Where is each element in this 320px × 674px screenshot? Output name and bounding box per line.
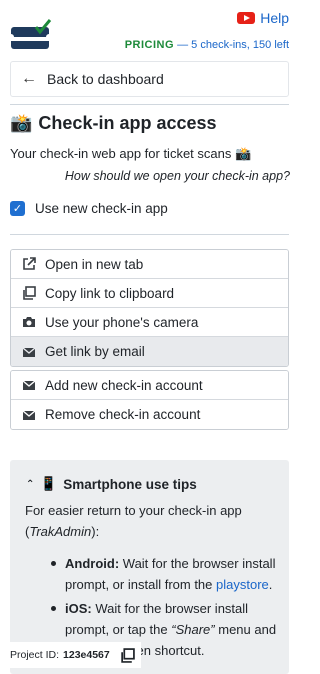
playstore-link[interactable]: playstore (216, 577, 269, 592)
pricing-label: PRICING (124, 39, 175, 51)
back-to-dashboard-button[interactable]: ← Back to dashboard (10, 61, 289, 97)
question-text: How should we open your check-in app? (64, 169, 290, 183)
use-new-app-checkbox-row[interactable]: ✓ Use new check-in app (10, 201, 168, 216)
back-label: Back to dashboard (47, 71, 164, 87)
pricing-info: — 5 check-ins, 150 left (177, 39, 289, 51)
help-label: Help (260, 10, 289, 26)
tip-ios-share: “Share” (171, 622, 215, 637)
tips-intro-app: TrakAdmin (29, 524, 92, 539)
page-subtitle-text: Your check-in web app for ticket scans (10, 146, 232, 161)
youtube-icon (237, 12, 256, 24)
project-id-bar: Project ID: 123e4567 (0, 642, 141, 668)
tip-ios-label: iOS: (65, 601, 92, 616)
camera-flash-icon: 📸 (10, 113, 33, 133)
button-label: Get link by email (45, 344, 145, 359)
mobile-phone-icon: 📱 (40, 476, 58, 491)
envelope-icon (21, 378, 36, 393)
phone-camera-button[interactable]: Use your phone's camera (11, 308, 288, 337)
open-actions-group: Open in new tab Copy link to clipboard U… (10, 249, 289, 367)
tips-intro-suffix: ): (91, 524, 100, 539)
project-id-label: Project ID: (10, 649, 60, 661)
button-label: Copy link to clipboard (45, 285, 175, 301)
envelope-icon (21, 344, 36, 359)
arrow-left-icon: ← (21, 70, 37, 87)
button-label: Remove check-in account (45, 407, 201, 422)
tips-toggle[interactable]: ⌃ 📱 Smartphone use tips (26, 476, 197, 492)
envelope-icon (21, 407, 36, 422)
button-label: Use your phone's camera (45, 314, 199, 330)
tip-android-label: Android: (65, 556, 120, 571)
tips-title: Smartphone use tips (63, 476, 197, 492)
remove-account-button[interactable]: Remove check-in account (11, 400, 288, 429)
project-id-value: 123e4567 (63, 649, 110, 661)
chevron-up-icon: ⌃ (26, 478, 35, 490)
header: Help PRICING — 5 check-ins, 150 left (0, 0, 299, 58)
tips-intro: For easier return to your check-in app (… (25, 500, 275, 542)
button-label: Open in new tab (45, 256, 144, 272)
open-new-tab-button[interactable]: Open in new tab (11, 250, 288, 279)
pricing-line[interactable]: PRICING — 5 check-ins, 150 left (125, 39, 289, 51)
copy-icon[interactable] (120, 647, 135, 663)
divider (10, 234, 289, 235)
copy-icon (21, 286, 36, 301)
copy-link-button[interactable]: Copy link to clipboard (11, 279, 288, 308)
account-actions-group: Add new check-in account Remove check-in… (10, 370, 289, 430)
page-title-text: Check-in app access (38, 113, 217, 133)
add-account-button[interactable]: Add new check-in account (11, 371, 288, 400)
external-link-icon (21, 257, 36, 272)
tip-android: Android: Wait for the browser install pr… (51, 553, 280, 595)
email-link-button[interactable]: Get link by email (11, 337, 288, 366)
help-link[interactable]: Help (237, 10, 289, 26)
page-title: 📸 Check-in app access (10, 113, 217, 134)
checkbox-label: Use new check-in app (35, 201, 168, 216)
camera-flash-icon: 📸 (234, 146, 252, 161)
button-label: Add new check-in account (45, 377, 203, 393)
divider (10, 104, 289, 105)
page-subtitle: Your check-in web app for ticket scans 📸 (10, 146, 251, 162)
checkbox-checked[interactable]: ✓ (10, 201, 25, 216)
camera-icon (21, 315, 36, 330)
app-logo[interactable] (8, 18, 52, 52)
